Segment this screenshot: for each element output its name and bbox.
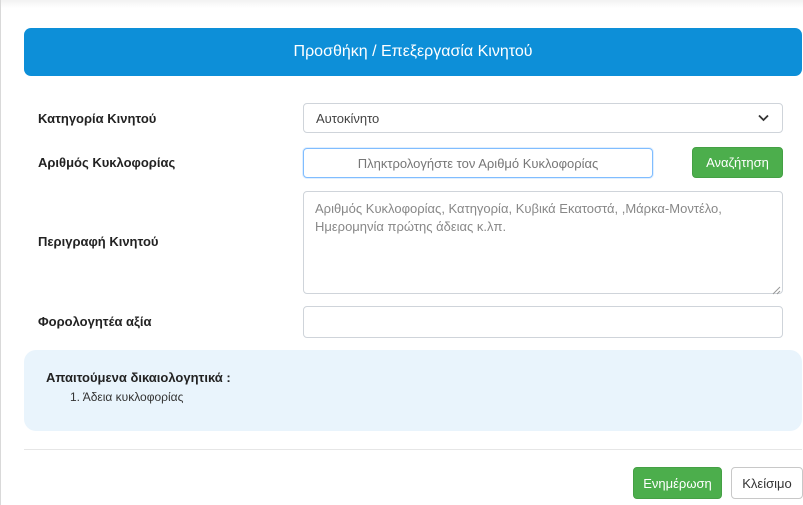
required-doc-item: Άδεια κυκλοφορίας <box>82 390 184 404</box>
description-label: Περιγραφή Κινητού <box>38 234 159 249</box>
required-docs-list: 1. Άδεια κυκλοφορίας <box>70 390 183 404</box>
footer-divider <box>24 449 802 450</box>
update-button[interactable]: Ενημέρωση <box>633 467 722 499</box>
vehicle-modal: Προσθήκη / Επεξεργασία Κινητού Κατηγορία… <box>0 0 803 505</box>
category-select[interactable]: Αυτοκίνητο <box>303 103 783 133</box>
plate-input[interactable] <box>303 148 653 178</box>
category-label: Κατηγορία Κινητού <box>38 111 157 126</box>
modal-title: Προσθήκη / Επεξεργασία Κινητού <box>293 43 533 60</box>
resize-grip-icon[interactable] <box>772 282 781 295</box>
taxable-value-input[interactable] <box>303 306 783 338</box>
modal-header: Προσθήκη / Επεξεργασία Κινητού <box>24 28 802 76</box>
description-textarea[interactable] <box>303 191 783 294</box>
required-doc-number: 1. <box>70 390 83 404</box>
top-shadow <box>1 0 803 8</box>
required-docs-title: Απαιτούμενα δικαιολογητικά : <box>46 370 231 385</box>
category-selected-value: Αυτοκίνητο <box>316 110 380 126</box>
chevron-down-icon <box>756 111 770 125</box>
required-docs-panel: Απαιτούμενα δικαιολογητικά : 1. Άδεια κυ… <box>24 350 802 431</box>
plate-label: Αριθμός Κυκλοφορίας <box>38 155 176 170</box>
taxable-value-label: Φορολογητέα αξία <box>38 314 152 329</box>
close-button[interactable]: Κλείσιμο <box>731 467 803 499</box>
search-button[interactable]: Αναζήτηση <box>692 147 783 178</box>
